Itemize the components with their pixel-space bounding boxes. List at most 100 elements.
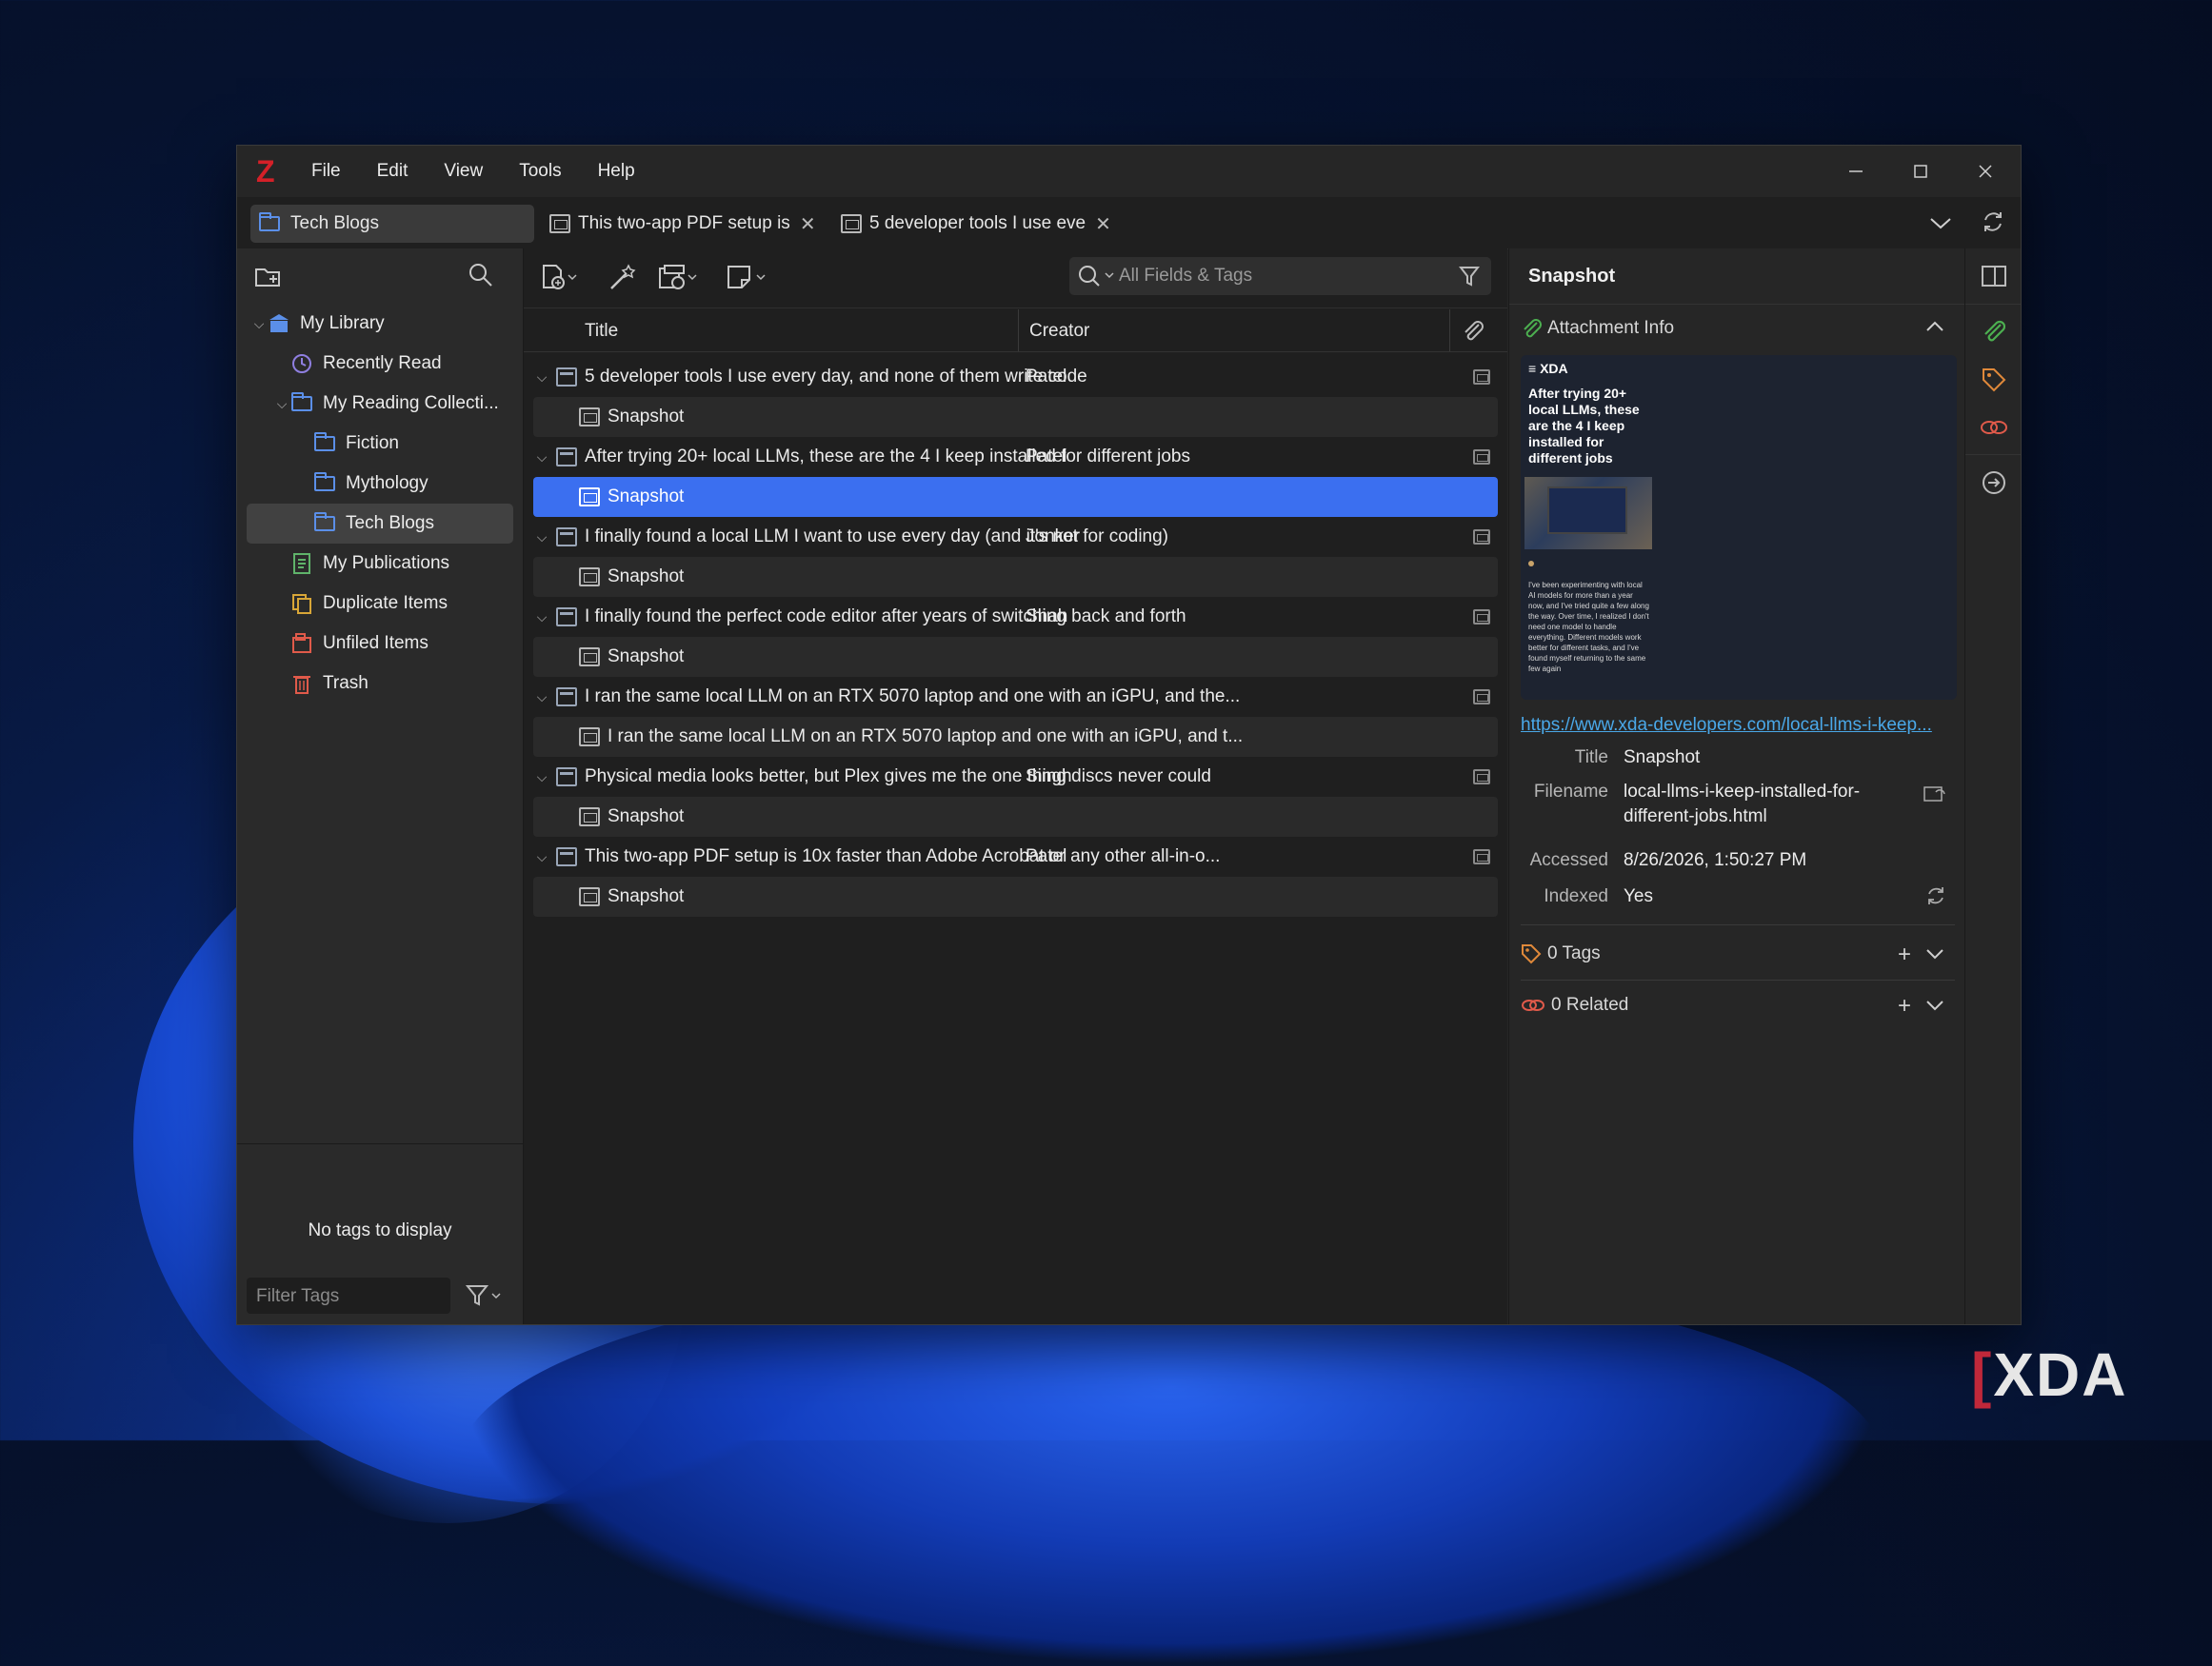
snapshot-preview[interactable]: ≡ XDA After trying 20+ local LLMs, these…: [1521, 355, 1957, 700]
search-bar[interactable]: All Fields & Tags: [1069, 257, 1491, 295]
reindex-icon[interactable]: [1924, 884, 1947, 912]
locate-icon[interactable]: [1981, 469, 2007, 501]
search-collections-icon[interactable]: [468, 262, 494, 293]
snapshot-icon: [579, 487, 600, 506]
add-tag-plus-icon[interactable]: +: [1898, 942, 1911, 968]
attachment-info-section-header[interactable]: Attachment Info: [1509, 305, 1964, 352]
snapshot-attachment-icon[interactable]: [1473, 689, 1490, 704]
webpage-icon: [556, 687, 577, 706]
collection-my-publications[interactable]: My Publications: [237, 544, 523, 584]
menu-file[interactable]: File: [311, 161, 341, 182]
close-window-button[interactable]: [1953, 146, 2018, 197]
section-title: Attachment Info: [1547, 318, 1675, 338]
field-value-line-2[interactable]: different-jobs.html: [1624, 806, 1767, 827]
chevron-down-icon[interactable]: ⌵: [533, 529, 550, 545]
collection-tech-blogs[interactable]: Tech Blogs: [247, 504, 513, 544]
item-row[interactable]: ⌵ This two-app PDF setup is 10x faster t…: [533, 837, 1498, 877]
filter-tags-input[interactable]: Filter Tags: [247, 1278, 450, 1314]
tag-filter-menu-icon[interactable]: [465, 1283, 504, 1313]
item-row[interactable]: ⌵ After trying 20+ local LLMs, these are…: [533, 437, 1498, 477]
tab-library[interactable]: Tech Blogs: [250, 205, 534, 243]
attachment-row[interactable]: I ran the same local LLM on an RTX 5070 …: [533, 717, 1498, 757]
snapshot-attachment-icon[interactable]: [1473, 449, 1490, 465]
new-collection-icon[interactable]: [254, 264, 283, 293]
rename-file-icon[interactable]: [1923, 783, 1947, 809]
attachment-row[interactable]: Snapshot: [533, 877, 1498, 917]
webpage-icon: [556, 607, 577, 626]
chevron-down-icon[interactable]: [1924, 997, 1945, 1020]
related-nav-icon[interactable]: [1979, 414, 2009, 446]
attachment-row[interactable]: Snapshot: [533, 397, 1498, 437]
snapshot-attachment-icon[interactable]: [1473, 369, 1490, 385]
item-row[interactable]: ⌵ Physical media looks better, but Plex …: [533, 757, 1498, 797]
attachments-column-paperclip-icon[interactable]: [1461, 319, 1485, 349]
sync-icon[interactable]: [1980, 208, 2006, 240]
menu-view[interactable]: View: [444, 161, 483, 182]
snapshot-attachment-icon[interactable]: [1473, 769, 1490, 784]
collection-recently-read[interactable]: Recently Read: [237, 344, 523, 384]
attachment-url-link[interactable]: https://www.xda-developers.com/local-llm…: [1521, 715, 1932, 736]
tabs-dropdown-chevron-icon[interactable]: [1928, 212, 1953, 238]
collection-trash[interactable]: Trash: [237, 664, 523, 704]
add-attachment-icon[interactable]: [657, 264, 699, 297]
attachment-row[interactable]: Snapshot: [533, 797, 1498, 837]
field-value-line-1[interactable]: local-llms-i-keep-installed-for-: [1624, 782, 1860, 803]
tags-section-header[interactable]: 0 Tags +: [1509, 930, 1964, 978]
collection-my-library[interactable]: ⌵ My Library: [237, 304, 523, 344]
chevron-down-icon[interactable]: ⌵: [533, 369, 550, 386]
search-filter-icon[interactable]: [1458, 265, 1481, 292]
item-row[interactable]: ⌵ I ran the same local LLM on an RTX 507…: [533, 677, 1498, 717]
maximize-button[interactable]: [1888, 146, 1953, 197]
add-by-identifier-wand-icon[interactable]: [608, 264, 636, 297]
related-section-header[interactable]: 0 Related +: [1509, 982, 1964, 1029]
snapshot-attachment-icon[interactable]: [1473, 849, 1490, 864]
tab-close-icon[interactable]: ✕: [800, 212, 816, 236]
chevron-up-icon[interactable]: [1924, 318, 1945, 341]
field-value[interactable]: Snapshot: [1624, 747, 1700, 768]
menu-edit[interactable]: Edit: [377, 161, 409, 182]
tab-close-icon[interactable]: ✕: [1095, 212, 1111, 236]
chevron-down-icon[interactable]: [1924, 945, 1945, 968]
chevron-down-icon[interactable]: ⌵: [533, 449, 550, 466]
webpage-icon: [556, 527, 577, 546]
attachment-row[interactable]: Snapshot: [533, 557, 1498, 597]
new-note-icon[interactable]: [726, 264, 767, 297]
attachment-row[interactable]: Snapshot: [533, 637, 1498, 677]
collections-toolbar: [237, 248, 523, 304]
chevron-down-icon[interactable]: ⌵: [533, 689, 550, 705]
menu-help[interactable]: Help: [598, 161, 635, 182]
chevron-down-icon[interactable]: ⌵: [533, 849, 550, 865]
minimize-button[interactable]: [1823, 146, 1888, 197]
item-row[interactable]: ⌵ I finally found the perfect code edito…: [533, 597, 1498, 637]
chevron-down-icon[interactable]: ⌵: [533, 609, 550, 625]
chevron-down-icon[interactable]: ⌵: [250, 316, 268, 332]
attachment-info-nav-icon[interactable]: [1981, 319, 2007, 350]
column-title-header[interactable]: Title: [585, 321, 618, 342]
collection-duplicate-items[interactable]: Duplicate Items: [237, 584, 523, 624]
folder-icon: [290, 392, 313, 414]
tags-nav-icon[interactable]: [1981, 367, 2007, 398]
toggle-pane-icon[interactable]: [1981, 264, 2007, 293]
add-related-plus-icon[interactable]: +: [1898, 993, 1911, 1020]
item-row[interactable]: ⌵ I finally found a local LLM I want to …: [533, 517, 1498, 557]
attachment-row-selected[interactable]: Snapshot: [533, 477, 1498, 517]
paperclip-icon: [1521, 318, 1542, 339]
chevron-down-icon[interactable]: ⌵: [273, 396, 290, 412]
tab-reader-developer-tools[interactable]: 5 developer tools I use eve ✕: [841, 205, 1117, 243]
collection-unfiled-items[interactable]: Unfiled Items: [237, 624, 523, 664]
new-item-icon[interactable]: [541, 264, 579, 297]
tab-reader-pdf-setup[interactable]: This two-app PDF setup is ✕: [549, 205, 826, 243]
collection-mythology[interactable]: Mythology: [237, 464, 523, 504]
collection-my-reading-collection[interactable]: ⌵ My Reading Collecti...: [237, 384, 523, 424]
search-mode-icon[interactable]: [1077, 264, 1117, 288]
snapshot-attachment-icon[interactable]: [1473, 609, 1490, 625]
menu-tools[interactable]: Tools: [519, 161, 561, 182]
column-creator-header[interactable]: Creator: [1029, 321, 1089, 342]
chevron-down-icon[interactable]: ⌵: [533, 769, 550, 785]
library-icon: [268, 313, 290, 334]
snapshot-attachment-icon[interactable]: [1473, 529, 1490, 545]
tab-label: Tech Blogs: [290, 213, 379, 233]
item-row[interactable]: ⌵ 5 developer tools I use every day, and…: [533, 357, 1498, 397]
search-input[interactable]: All Fields & Tags: [1119, 266, 1252, 287]
collection-fiction[interactable]: Fiction: [237, 424, 523, 464]
